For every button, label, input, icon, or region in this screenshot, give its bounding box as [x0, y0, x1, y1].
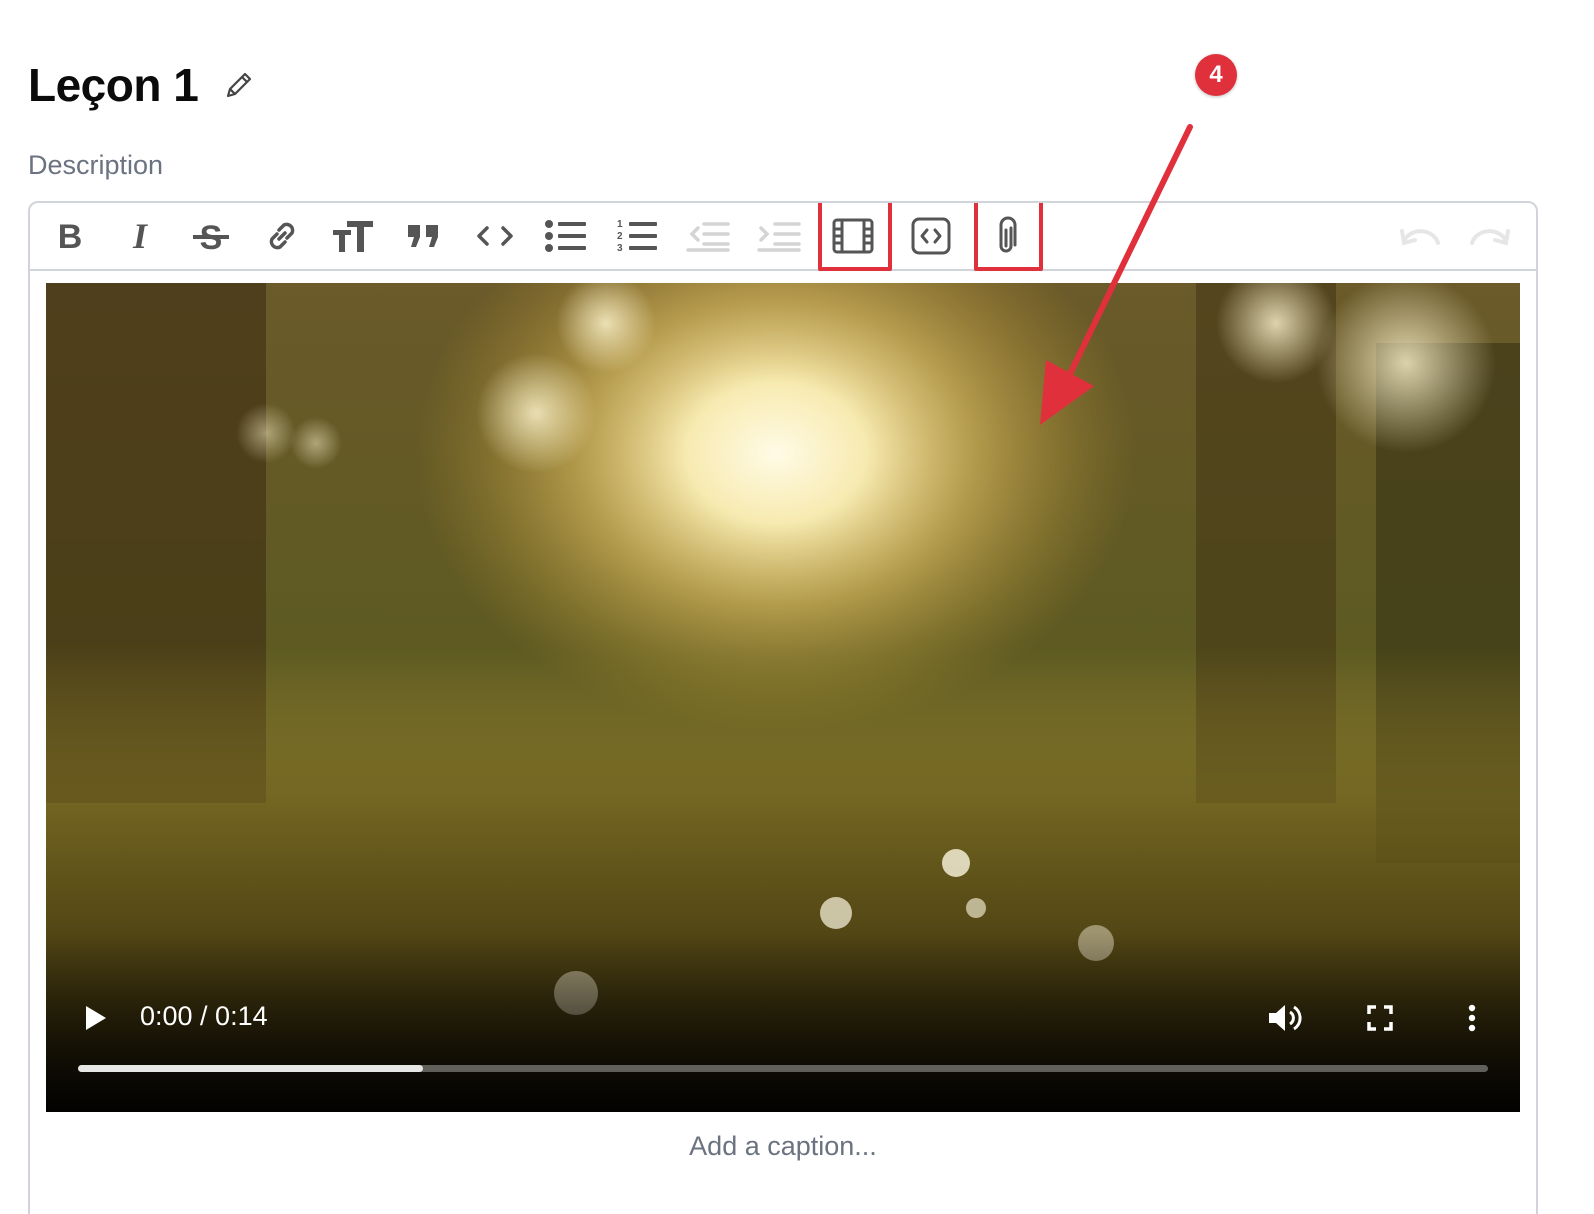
- quote-button[interactable]: [400, 212, 448, 260]
- fullscreen-button[interactable]: [1360, 996, 1400, 1040]
- bullet-list-icon: [545, 220, 586, 252]
- svg-text:2: 2: [617, 231, 623, 242]
- link-button[interactable]: [258, 212, 306, 260]
- svg-text:I: I: [132, 219, 149, 253]
- video-progress-fill: [78, 1065, 424, 1072]
- bold-icon: B: [58, 219, 83, 253]
- video-time: 0:00 / 0:14: [140, 1001, 268, 1031]
- volume-icon: [1269, 1005, 1302, 1031]
- outdent-icon: [686, 222, 730, 252]
- undo-icon: [1400, 229, 1440, 246]
- pencil-icon[interactable]: [222, 68, 256, 102]
- bullet-list-button[interactable]: [542, 212, 590, 260]
- paperclip-icon: [999, 216, 1017, 253]
- numbered-list-icon: 1 2 3: [617, 219, 657, 254]
- svg-text:B: B: [58, 219, 83, 253]
- heading-button[interactable]: [329, 212, 377, 260]
- video-player[interactable]: 0:00 / 0:14: [46, 283, 1520, 1112]
- embed-icon: [911, 217, 951, 255]
- italic-button[interactable]: I: [116, 212, 164, 260]
- page-title: Leçon 1: [28, 59, 199, 111]
- strikethrough-icon: S: [193, 219, 229, 254]
- more-vertical-icon: [1468, 1004, 1476, 1032]
- editor-toolbar: B I S 1 2 3: [30, 203, 1536, 271]
- redo-button[interactable]: [1466, 212, 1514, 260]
- film-icon: [832, 218, 874, 254]
- video-button[interactable]: [829, 212, 877, 260]
- heading-icon: [333, 221, 373, 252]
- svg-text:1: 1: [617, 219, 623, 230]
- increase-indent-button[interactable]: [755, 212, 803, 260]
- italic-icon: I: [132, 219, 149, 253]
- rich-text-editor: B I S 1 2 3 0:00 / 0:14 Add a caption...: [28, 201, 1538, 1214]
- bold-button[interactable]: B: [46, 212, 94, 260]
- quote-icon: [408, 225, 438, 247]
- redo-icon: [1470, 229, 1510, 246]
- title-row: Leçon 1: [28, 58, 256, 112]
- svg-text:3: 3: [617, 243, 623, 254]
- code-icon: [477, 226, 513, 246]
- play-icon: [86, 1006, 106, 1030]
- volume-button[interactable]: [1264, 996, 1306, 1040]
- embed-button[interactable]: [907, 212, 955, 260]
- fullscreen-icon: [1367, 1005, 1393, 1031]
- indent-icon: [757, 222, 801, 252]
- play-button[interactable]: [76, 996, 116, 1040]
- numbered-list-button[interactable]: 1 2 3: [613, 212, 661, 260]
- description-label: Description: [28, 150, 164, 180]
- undo-button[interactable]: [1396, 212, 1444, 260]
- video-progress-bar[interactable]: [78, 1065, 1488, 1072]
- code-button[interactable]: [471, 212, 519, 260]
- step-badge: 4: [1195, 54, 1237, 96]
- attachment-button[interactable]: [983, 212, 1031, 260]
- strikethrough-button[interactable]: S: [187, 212, 235, 260]
- decrease-indent-button[interactable]: [684, 212, 732, 260]
- caption-input[interactable]: Add a caption...: [30, 1131, 1536, 1162]
- link-icon: [269, 222, 295, 250]
- more-options-button[interactable]: [1454, 996, 1490, 1040]
